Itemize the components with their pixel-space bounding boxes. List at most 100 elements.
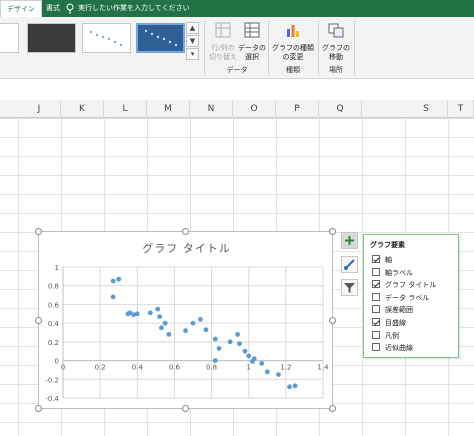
chart-element-option[interactable]: 軸ラベル (372, 267, 413, 279)
resize-handle[interactable] (329, 228, 336, 235)
thumb-scatter-icon (138, 25, 183, 51)
y-tick-label: 0 (55, 358, 59, 366)
data-point (162, 320, 168, 326)
data-point (110, 278, 116, 284)
select-data-button[interactable]: データの 選択 (238, 21, 266, 62)
chart-element-option[interactable]: 誤差範囲 (372, 304, 413, 316)
ribbon-separator (318, 21, 319, 75)
checkbox[interactable] (372, 343, 380, 352)
chart-element-option[interactable]: 凡例 (372, 330, 399, 342)
change-chart-type-button[interactable]: グラフの種類 の変更 (271, 21, 315, 62)
checkbox[interactable] (372, 280, 380, 289)
filter-icon (344, 283, 355, 293)
group-label-location: 場所 (329, 66, 343, 74)
chart-plot-area[interactable]: 10.80.60.40.20-0.2-0.400.20.40.60.811.21… (39, 232, 334, 410)
switch-row-column-button[interactable]: 行/列の 切り替え (208, 21, 238, 62)
chart-element-label: 凡例 (385, 331, 399, 340)
switch-row-column-label: 行/列の 切り替え (209, 44, 237, 61)
data-point (264, 369, 270, 375)
y-tick-label: 1 (55, 264, 59, 272)
chart-element-option[interactable]: 近似曲線 (372, 342, 413, 354)
ribbon-tab-bar: デザイン 書式 実行したい作業を入力してください (0, 0, 474, 17)
resize-handle[interactable] (329, 317, 336, 324)
column-header[interactable]: S (405, 100, 448, 118)
data-point (147, 310, 153, 316)
select-data-label: データの 選択 (238, 44, 266, 61)
move-chart-icon (328, 23, 344, 38)
resize-handle[interactable] (329, 405, 336, 412)
column-header[interactable]: N (190, 100, 233, 118)
chart-element-option[interactable]: データ ラベル (372, 292, 429, 304)
data-point (287, 384, 292, 390)
y-tick-label: -0.4 (45, 395, 59, 403)
data-point (216, 346, 222, 351)
chart-style-thumb-3[interactable] (82, 23, 131, 53)
chart-element-label: 軸ラベル (385, 268, 413, 277)
chart-element-label: グラフ タイトル (385, 281, 437, 290)
tab-format[interactable]: 書式 (40, 0, 66, 17)
data-point (250, 359, 255, 364)
chart-element-option[interactable]: グラフ タイトル (372, 279, 436, 291)
data-point (242, 348, 248, 354)
gallery-down-button[interactable]: ▼ (186, 35, 199, 47)
data-point (110, 294, 116, 300)
ribbon-panel: ▲ ▼ ▾ 行/列の 切り替え データの 選択 データ グラフの種類 の変更 種… (0, 17, 474, 79)
scatter-chart[interactable]: グラフ タイトル 10.80.60.40.20-0.2-0.400.20.40.… (38, 231, 333, 409)
chart-element-label: データ ラベル (385, 293, 430, 302)
thumb-scatter-icon (89, 30, 123, 47)
checkbox[interactable] (372, 305, 380, 314)
checkbox[interactable] (372, 330, 380, 339)
data-point (155, 306, 161, 312)
chart-style-thumb-4[interactable] (136, 23, 185, 53)
column-header[interactable]: K (61, 100, 104, 118)
chart-element-option[interactable]: 目盛線 (372, 317, 406, 329)
chart-styles-button[interactable] (341, 256, 358, 273)
y-tick-label: 0.8 (48, 283, 59, 291)
ribbon-separator (204, 21, 205, 75)
column-header[interactable]: L (104, 100, 147, 118)
data-point (292, 383, 298, 389)
data-point (227, 339, 233, 345)
chart-filters-button[interactable] (341, 279, 358, 296)
gallery-up-button[interactable]: ▲ (186, 22, 199, 34)
resize-handle[interactable] (35, 228, 42, 235)
data-point (203, 327, 209, 333)
x-tick-label: 0.4 (132, 364, 144, 372)
checkbox[interactable] (372, 318, 380, 326)
x-tick-label: 1.2 (280, 364, 291, 372)
resize-handle[interactable] (182, 228, 189, 235)
checkbox[interactable] (372, 255, 380, 263)
x-tick-label: 0.6 (169, 364, 181, 372)
data-point (212, 358, 218, 363)
move-chart-button[interactable]: グラフの 移動 (322, 21, 350, 62)
data-point (183, 328, 188, 334)
ribbon-separator (268, 21, 269, 75)
column-header[interactable]: J (18, 100, 61, 118)
tell-me-search[interactable]: 実行したい作業を入力してください (78, 0, 190, 17)
column-header[interactable]: P (276, 100, 319, 118)
tab-design[interactable]: デザイン (0, 0, 42, 17)
column-header[interactable]: M (147, 100, 190, 118)
chart-style-thumb-1[interactable] (0, 23, 19, 53)
checkbox[interactable] (372, 267, 380, 276)
column-header[interactable]: T (448, 100, 474, 118)
data-point (116, 276, 122, 282)
data-point (166, 331, 172, 337)
data-point (134, 311, 140, 317)
lightbulb-icon (66, 3, 74, 14)
flyout-title: グラフ要素 (370, 241, 405, 249)
chart-element-option[interactable]: 軸 (372, 254, 392, 266)
column-header[interactable]: O (233, 100, 276, 118)
chart-style-thumb-2[interactable] (27, 23, 76, 53)
gallery-more-button[interactable]: ▾ (186, 48, 199, 60)
chart-elements-button[interactable] (341, 232, 358, 249)
resize-handle[interactable] (182, 405, 189, 412)
y-tick-label: 0.6 (48, 301, 60, 309)
column-header[interactable]: Q (319, 100, 362, 118)
data-point (235, 331, 240, 337)
group-label-type: 種類 (286, 66, 300, 74)
data-point (246, 353, 252, 359)
checkbox[interactable] (372, 292, 380, 301)
resize-handle[interactable] (35, 405, 42, 412)
resize-handle[interactable] (35, 317, 42, 324)
